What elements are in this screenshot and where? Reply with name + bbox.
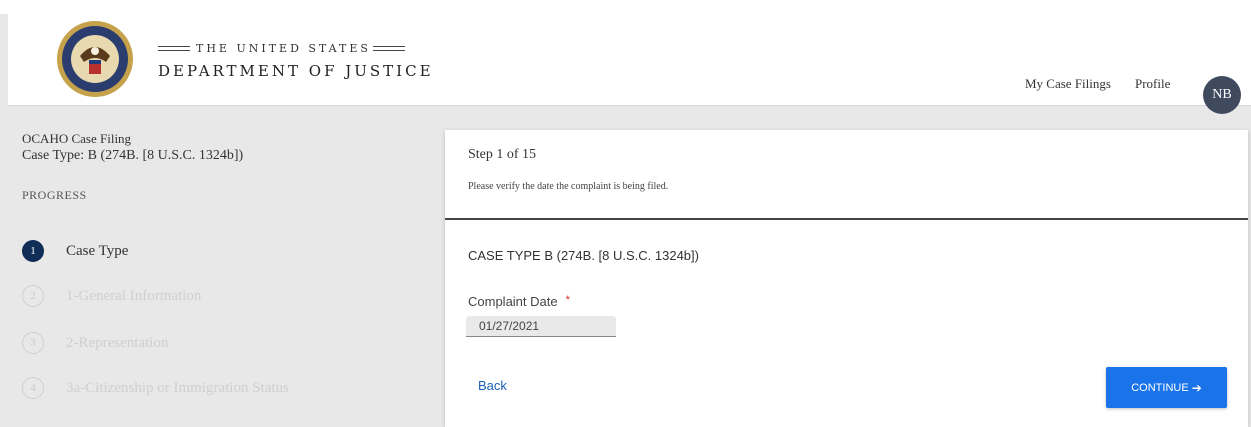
site-header: THE UNITED STATES DEPARTMENT OF JUSTICE — [8, 14, 1251, 106]
step-instruction: Please verify the date the complaint is … — [468, 181, 669, 192]
case-type-heading: CASE TYPE B (274B. [8 U.S.C. 1324b]) — [468, 248, 699, 263]
step-number-badge: 3 — [22, 332, 44, 354]
step-number-badge: 4 — [22, 377, 44, 399]
progress-heading: PROGRESS — [22, 188, 87, 202]
complaint-date-input[interactable] — [466, 316, 616, 337]
continue-button[interactable]: CONTINUE ➔ — [1106, 367, 1227, 408]
step-label: 1-General Information — [66, 287, 202, 304]
sidebar-case-type: Case Type: B (274B. [8 U.S.C. 1324b]) — [22, 148, 244, 163]
brand-subtitle: THE UNITED STATES — [158, 42, 405, 55]
continue-button-label: CONTINUE — [1131, 381, 1189, 394]
arrow-right-icon: ➔ — [1191, 380, 1202, 395]
brand-title: DEPARTMENT OF JUSTICE — [158, 62, 434, 80]
user-avatar[interactable]: NB — [1203, 76, 1241, 114]
step-number-badge: 2 — [22, 285, 44, 307]
brand-small-text: THE UNITED STATES — [196, 42, 371, 55]
step-label: 2-Representation — [66, 334, 169, 351]
complaint-date-label-text: Complaint Date — [468, 294, 558, 309]
nav-my-case-filings[interactable]: My Case Filings — [1025, 76, 1111, 92]
step-number-badge: 1 — [22, 240, 44, 262]
top-strip — [0, 0, 1251, 14]
step-card: Step 1 of 15 Please verify the date the … — [445, 130, 1248, 427]
step-label: 3a-Citizenship or Immigration Status — [66, 379, 289, 396]
step-counter: Step 1 of 15 — [468, 147, 537, 162]
doj-seal-logo — [57, 21, 133, 97]
progress-step-citizenship: 4 3a-Citizenship or Immigration Status — [22, 377, 289, 399]
required-marker: * — [565, 294, 570, 306]
back-link[interactable]: Back — [478, 378, 507, 393]
progress-step-general-information: 2 1-General Information — [22, 285, 201, 307]
sidebar-title: OCAHO Case Filing — [22, 131, 132, 146]
progress-step-case-type[interactable]: 1 Case Type — [22, 240, 128, 262]
nav-profile[interactable]: Profile — [1135, 76, 1170, 92]
step-card-header: Step 1 of 15 Please verify the date the … — [445, 130, 1248, 220]
step-label: Case Type — [66, 242, 129, 259]
brand-rule-left — [158, 46, 190, 51]
progress-step-representation: 3 2-Representation — [22, 332, 168, 354]
complaint-date-label: Complaint Date * — [468, 294, 570, 309]
brand-rule-right — [372, 46, 405, 51]
